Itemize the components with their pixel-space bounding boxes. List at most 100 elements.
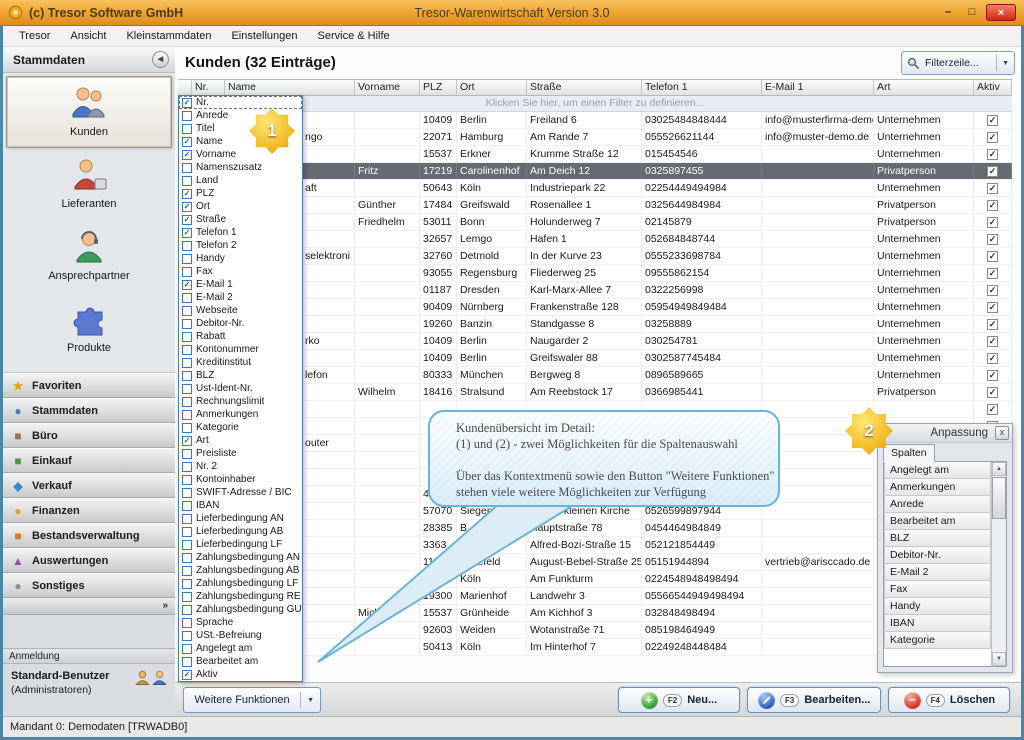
active-checkbox[interactable] bbox=[987, 404, 998, 415]
checkbox[interactable] bbox=[182, 436, 192, 446]
column-chooser-item[interactable]: Straße bbox=[179, 213, 302, 226]
column-chooser-item[interactable]: Telefon 1 bbox=[179, 226, 302, 239]
checkbox[interactable] bbox=[182, 397, 192, 407]
hidden-column-item[interactable]: Anrede bbox=[884, 495, 991, 513]
active-checkbox[interactable] bbox=[987, 234, 998, 245]
more-functions-button[interactable]: Weitere Funktionen ▼ bbox=[183, 687, 321, 713]
tab-spalten[interactable]: Spalten bbox=[883, 444, 935, 462]
table-row[interactable]: lefon 80333 München Bergweg 8 0896589665… bbox=[178, 367, 1012, 384]
active-checkbox[interactable] bbox=[987, 183, 998, 194]
column-chooser-item[interactable]: E-Mail 1 bbox=[179, 278, 302, 291]
column-chooser-item[interactable]: Nr. bbox=[179, 96, 302, 109]
chevron-down-icon[interactable]: ▼ bbox=[307, 697, 314, 704]
column-chooser-item[interactable]: Namenszusatz bbox=[179, 161, 302, 174]
column-chooser-item[interactable]: Lieferbedingung AN bbox=[179, 512, 302, 525]
checkbox[interactable] bbox=[182, 605, 192, 615]
action-button[interactable]: F2 Neu... bbox=[618, 687, 740, 713]
column-chooser-item[interactable]: Zahlungsbedingung RE bbox=[179, 590, 302, 603]
checkbox[interactable] bbox=[182, 540, 192, 550]
checkbox[interactable] bbox=[182, 280, 192, 290]
checkbox[interactable] bbox=[182, 345, 192, 355]
table-row[interactable]: ngo 22071 Hamburg Am Rande 7 05552662114… bbox=[178, 129, 1012, 146]
checkbox[interactable] bbox=[182, 514, 192, 524]
column-chooser-item[interactable]: Kontoinhaber bbox=[179, 473, 302, 486]
sidebar-section-bar[interactable]: ★ Favoriten bbox=[3, 373, 175, 398]
minimize-button[interactable]: – bbox=[938, 4, 958, 21]
hidden-column-item[interactable]: Anmerkungen bbox=[884, 478, 991, 496]
column-header-ort[interactable]: Ort bbox=[457, 80, 527, 95]
table-row[interactable]: selektroni 32760 Detmold In der Kurve 23… bbox=[178, 248, 1012, 265]
checkbox[interactable] bbox=[182, 631, 192, 641]
checkbox[interactable] bbox=[182, 111, 192, 121]
column-chooser-item[interactable]: Sprache bbox=[179, 616, 302, 629]
collapse-sidebar-button[interactable]: ◀ bbox=[152, 51, 169, 68]
column-chooser-item[interactable]: BLZ bbox=[179, 369, 302, 382]
checkbox[interactable] bbox=[182, 618, 192, 628]
sidebar-section-bar[interactable]: ■ Bestandsverwaltung bbox=[3, 523, 175, 548]
column-header-email[interactable]: E-Mail 1 bbox=[762, 80, 874, 95]
column-chooser-item[interactable]: Handy bbox=[179, 252, 302, 265]
active-checkbox[interactable] bbox=[987, 302, 998, 313]
checkbox[interactable] bbox=[182, 124, 192, 134]
sidebar-section-bar[interactable]: ◆ Verkauf bbox=[3, 473, 175, 498]
hidden-column-item[interactable]: IBAN bbox=[884, 614, 991, 632]
checkbox[interactable] bbox=[182, 384, 192, 394]
hidden-column-item[interactable]: Handy bbox=[884, 597, 991, 615]
checkbox[interactable] bbox=[182, 488, 192, 498]
checkbox[interactable] bbox=[182, 566, 192, 576]
action-button[interactable]: F4 Löschen bbox=[888, 687, 1010, 713]
table-row[interactable]: aft 50643 Köln Industriepark 22 02254449… bbox=[178, 180, 1012, 197]
column-header-plz[interactable]: PLZ bbox=[420, 80, 457, 95]
active-checkbox[interactable] bbox=[987, 387, 998, 398]
table-row[interactable]: 90409 Nürnberg Frankenstraße 128 0595494… bbox=[178, 299, 1012, 316]
active-checkbox[interactable] bbox=[987, 268, 998, 279]
sidebar-more-button[interactable]: » bbox=[3, 598, 175, 615]
sidebar-section-bar[interactable]: ● Stammdaten bbox=[3, 398, 175, 423]
checkbox[interactable] bbox=[182, 449, 192, 459]
column-header-telefon[interactable]: Telefon 1 bbox=[642, 80, 762, 95]
column-header-aktiv[interactable]: Aktiv bbox=[974, 80, 1012, 95]
column-chooser-item[interactable]: Land bbox=[179, 174, 302, 187]
checkbox[interactable] bbox=[182, 163, 192, 173]
column-chooser-item[interactable]: Nr. 2 bbox=[179, 460, 302, 473]
table-row[interactable]: Friedhelm 53011 Bonn Holunderweg 7 02145… bbox=[178, 214, 1012, 231]
menu-item[interactable]: Kleinstammdaten bbox=[116, 27, 221, 45]
checkbox[interactable] bbox=[182, 410, 192, 420]
menu-item[interactable]: Einstellungen bbox=[221, 27, 307, 45]
active-checkbox[interactable] bbox=[987, 353, 998, 364]
checkbox[interactable] bbox=[182, 501, 192, 511]
checkbox[interactable] bbox=[182, 553, 192, 563]
column-chooser-item[interactable]: Rabatt bbox=[179, 330, 302, 343]
table-row[interactable]: 32657 Lemgo Hafen 1 052684848744 Unterne… bbox=[178, 231, 1012, 248]
scroll-down-icon[interactable]: ▼ bbox=[992, 652, 1006, 666]
sidebar-item-produkte[interactable]: Produkte bbox=[6, 292, 172, 364]
checkbox[interactable] bbox=[182, 644, 192, 654]
checkbox[interactable] bbox=[182, 592, 192, 602]
active-checkbox[interactable] bbox=[987, 166, 998, 177]
column-chooser-item[interactable]: Ort bbox=[179, 200, 302, 213]
checkbox[interactable] bbox=[182, 527, 192, 537]
checkbox[interactable] bbox=[182, 228, 192, 238]
hidden-column-item[interactable]: Angelegt am bbox=[884, 461, 991, 479]
sidebar-section-bar[interactable]: ■ Einkauf bbox=[3, 448, 175, 473]
column-chooser-item[interactable]: Debitor-Nr. bbox=[179, 317, 302, 330]
column-header-nr[interactable]: Nr. bbox=[192, 80, 225, 95]
hidden-column-item[interactable]: Fax bbox=[884, 580, 991, 598]
column-chooser-item[interactable]: Preisliste bbox=[179, 447, 302, 460]
checkbox[interactable] bbox=[182, 579, 192, 589]
menu-item[interactable]: Service & Hilfe bbox=[308, 27, 400, 45]
table-row[interactable]: 19260 Banzin Standgasse 8 03258889 Unter… bbox=[178, 316, 1012, 333]
table-row[interactable]: 10409 Berlin Freiland 6 03025484848444 i… bbox=[178, 112, 1012, 129]
column-chooser-item[interactable]: Kategorie bbox=[179, 421, 302, 434]
close-button[interactable]: × bbox=[986, 4, 1016, 21]
grid-filter-row[interactable]: Klicken Sie hier, um einen Filter zu def… bbox=[178, 96, 1012, 112]
sidebar-item-kunden[interactable]: Kunden bbox=[6, 76, 172, 148]
column-chooser-item[interactable]: Lieferbedingung LF bbox=[179, 538, 302, 551]
column-chooser-item[interactable]: Zahlungsbedingung GU bbox=[179, 603, 302, 616]
scrollbar[interactable]: ▲ ▼ bbox=[991, 462, 1006, 666]
column-chooser-item[interactable]: Lieferbedingung AB bbox=[179, 525, 302, 538]
column-chooser-item[interactable]: Angelegt am bbox=[179, 642, 302, 655]
column-chooser-item[interactable]: Kreditinstitut bbox=[179, 356, 302, 369]
checkbox[interactable] bbox=[182, 462, 192, 472]
checkbox[interactable] bbox=[182, 371, 192, 381]
